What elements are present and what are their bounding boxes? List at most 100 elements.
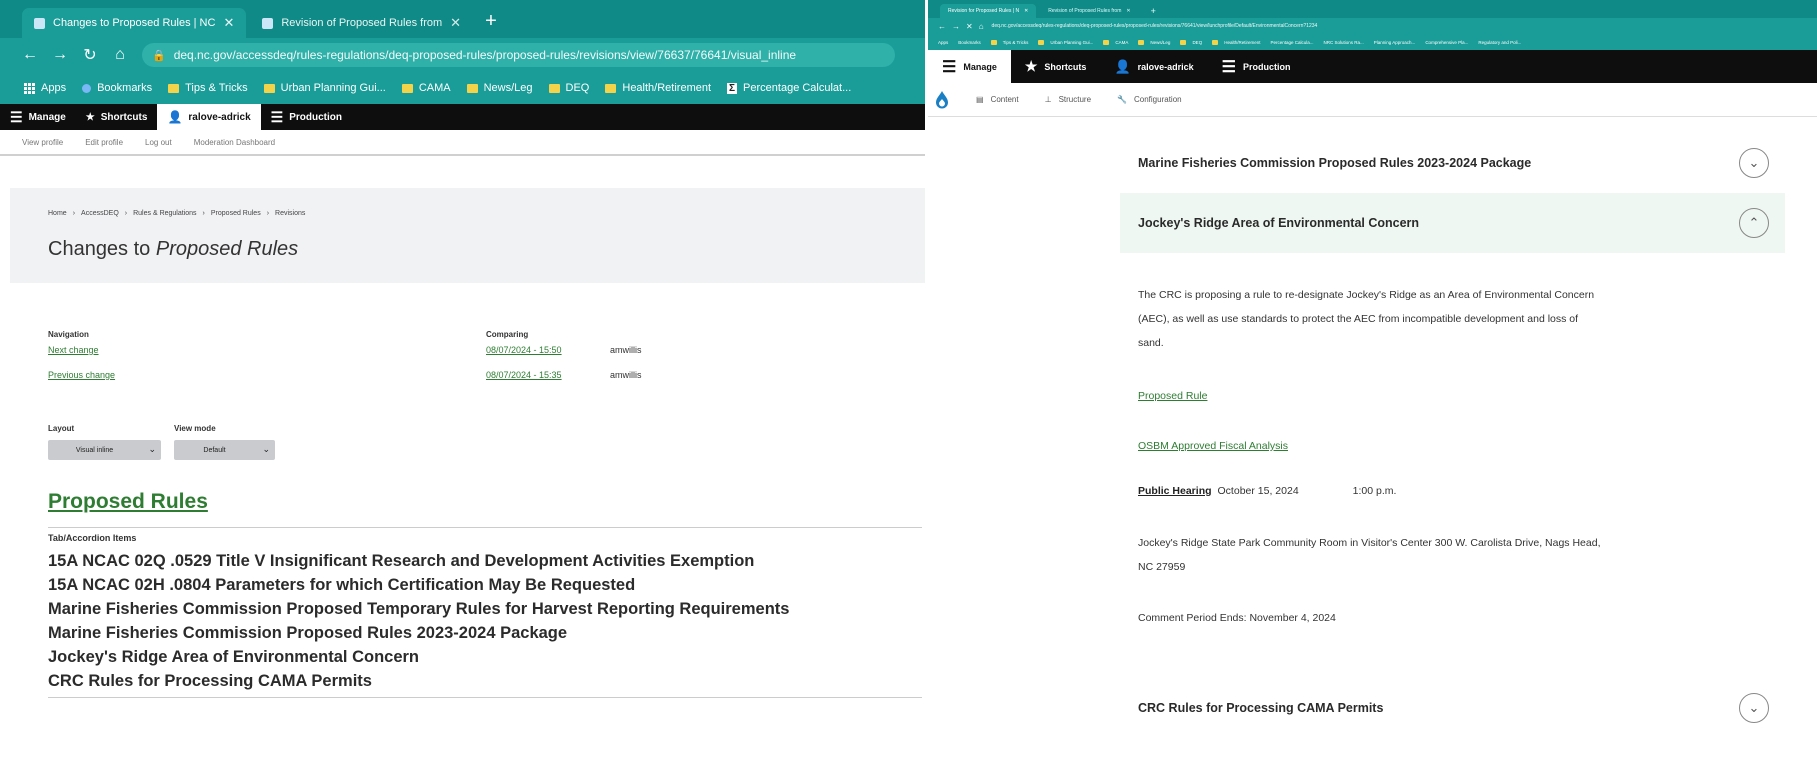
folder-icon [548,83,560,93]
drupal-logo-icon[interactable] [934,90,950,110]
close-icon[interactable]: ✕ [1024,8,1028,14]
drupal-admin-toolbar: ☰ Manage ★ Shortcuts 👤 ralove-adrick ☰ Produ… [0,104,925,130]
folder-icon [263,83,275,93]
revision-date-link[interactable]: 08/07/2024 - 15:50 [486,345,562,355]
view-mode-select[interactable]: Default ⌄ [174,440,275,460]
manage-menu[interactable]: ☰ Manage [0,104,76,130]
shortcuts-menu[interactable]: ★ Shortcuts [76,104,158,130]
previous-change-link[interactable]: Previous change [48,370,115,380]
bookmark-health[interactable]: Health/Retirement [605,82,711,94]
bookmark-tips[interactable]: Tips & Tricks [990,39,1029,45]
tray-structure[interactable]: ⊥ Structure [1045,95,1091,104]
public-hearing-label[interactable]: Public Hearing [1138,485,1212,497]
browser-tab-changes[interactable]: Changes to Proposed Rules | NC ✕ [22,8,247,38]
logout-link[interactable]: Log out [145,138,172,147]
accordion-items-label: Tab/Accordion Items [48,533,137,543]
hamburger-icon: ☰ [942,58,957,76]
bookmark-bookmarks[interactable]: Bookmarks [82,82,152,94]
bookmark-cama[interactable]: CAMA [401,82,451,94]
bookmark-apps[interactable]: Apps [24,82,66,94]
back-icon[interactable]: ← [938,22,946,31]
layout-select[interactable]: Visual inline ⌄ [48,440,161,460]
bookmark-urban[interactable]: Urban Planning Gui... [1038,39,1094,45]
close-icon[interactable]: ✕ [966,22,973,31]
proposed-rule-link[interactable]: Proposed Rule [1138,390,1207,402]
url-field[interactable]: deq.nc.gov/accessdeq/rules-regulations/d… [992,23,1318,29]
breadcrumb-rules[interactable]: Rules & Regulations [133,210,196,217]
bookmark-label: Tips & Tricks [1002,39,1029,45]
production-menu[interactable]: ☰ Production [261,104,352,130]
page-title-prefix: Changes to [48,238,151,260]
breadcrumb-proposed-rules[interactable]: Proposed Rules [211,210,261,217]
shortcuts-label: Shortcuts [1044,61,1087,72]
moderation-dashboard-link[interactable]: Moderation Dashboard [194,138,275,147]
bookmark-percentage[interactable]: Percentage Calcula... [1270,40,1313,45]
new-tab-button[interactable]: + [477,10,505,38]
bookmark-planning[interactable]: Planning Approach... [1374,40,1416,45]
accordion-item-jockeys-ridge[interactable]: Jockey's Ridge Area of Environmental Con… [1120,193,1785,253]
tray-content[interactable]: ▤ Content [976,95,1019,104]
chevron-down-icon[interactable]: ⌄ [1739,693,1769,723]
bookmark-label: Apps [41,82,67,94]
bookmark-urban-planning[interactable]: Urban Planning Gui... [263,82,386,94]
close-icon[interactable]: ✕ [450,15,461,31]
public-hearing-row: Public Hearing October 15, 2024 1:00 p.m… [1138,485,1396,497]
user-menu[interactable]: 👤 ralove-adrick [1100,50,1207,83]
proposed-rules-heading[interactable]: Proposed Rules [48,490,208,514]
new-tab-button[interactable]: + [1143,4,1164,18]
bookmark-percentage[interactable]: Σ Percentage Calculat... [727,82,851,94]
list-icon: ☰ [1221,58,1236,76]
osbm-fiscal-analysis-link[interactable]: OSBM Approved Fiscal Analysis [1138,440,1288,452]
bookmark-label: News/Leg [1150,39,1171,45]
bookmark-bookmarks[interactable]: Bookmarks [958,40,981,45]
back-icon[interactable]: ← [22,46,38,64]
chevron-up-icon[interactable]: ⌃ [1739,208,1769,238]
bookmark-health[interactable]: Health/Retirement [1212,39,1260,45]
bookmark-tips[interactable]: Tips & Tricks [168,82,248,94]
reload-icon[interactable]: ↻ [82,45,98,65]
favicon-icon [262,17,274,29]
manage-menu[interactable]: ☰ Manage [928,50,1011,83]
list-item: 15A NCAC 02H .0804 Parameters for which … [48,576,636,594]
bookmark-regulatory[interactable]: Regulatory and Poli... [1478,40,1521,45]
close-icon[interactable]: ✕ [223,15,234,31]
folder-icon [990,39,997,45]
forward-icon[interactable]: → [952,22,960,31]
close-icon[interactable]: ✕ [1126,8,1130,14]
browser-tab-revision-of[interactable]: Revision of Proposed Rules from ✕ [1040,4,1138,18]
user-menu[interactable]: 👤 ralove-adrick [157,104,261,130]
drupal-admin-toolbar: ☰ Manage ★ Shortcuts 👤 ralove-adrick ☰ Produ… [928,50,1817,83]
home-icon[interactable]: ⌂ [979,22,984,31]
tray-configuration[interactable]: 🔧 Configuration [1117,95,1182,104]
bookmark-news[interactable]: News/Leg [1138,39,1171,45]
bookmark-comprehensive[interactable]: Comprehensive Pla... [1425,40,1468,45]
shortcuts-menu[interactable]: ★ Shortcuts [1011,50,1101,83]
url-field[interactable]: 🔒 deq.nc.gov/accessdeq/rules-regulations… [142,43,895,67]
bookmark-news[interactable]: News/Leg [466,82,533,94]
bookmark-deq[interactable]: DEQ [1180,39,1202,45]
next-change-link[interactable]: Next change [48,345,99,355]
list-item: 15A NCAC 02Q .0529 Title V Insignificant… [48,552,755,570]
bookmark-deq[interactable]: DEQ [548,82,589,94]
accordion-item-crc-rules[interactable]: CRC Rules for Processing CAMA Permits ⌄ [1120,685,1785,731]
breadcrumb-home[interactable]: Home [48,210,67,217]
revision-date-link[interactable]: 08/07/2024 - 15:35 [486,370,562,380]
view-profile-link[interactable]: View profile [22,138,63,147]
chevron-down-icon[interactable]: ⌄ [1739,148,1769,178]
folder-icon [401,83,413,93]
home-icon[interactable]: ⌂ [112,46,128,64]
bookmark-cama[interactable]: CAMA [1103,39,1128,45]
breadcrumb-separator: › [72,210,76,217]
browser-tab-revision[interactable]: Revision of Proposed Rules from ✕ [250,8,473,38]
browser-tab-revision-proposed[interactable]: Revision for Proposed Rules | N ✕ [940,4,1037,18]
bookmark-nrc[interactable]: NRC Solutions Ra... [1324,40,1364,45]
bookmark-label: Urban Planning Gui... [1050,39,1094,45]
accordion-item-marine-fisheries[interactable]: Marine Fisheries Commission Proposed Rul… [1120,141,1785,185]
breadcrumb: Home › AccessDEQ › Rules & Regulations › Pr… [48,210,305,217]
bookmark-apps[interactable]: Apps [938,40,948,45]
manage-label: Manage [963,61,997,72]
forward-icon[interactable]: → [52,46,68,64]
breadcrumb-accessdeq[interactable]: AccessDEQ [81,210,119,217]
edit-profile-link[interactable]: Edit profile [85,138,123,147]
production-menu[interactable]: ☰ Production [1208,50,1305,83]
